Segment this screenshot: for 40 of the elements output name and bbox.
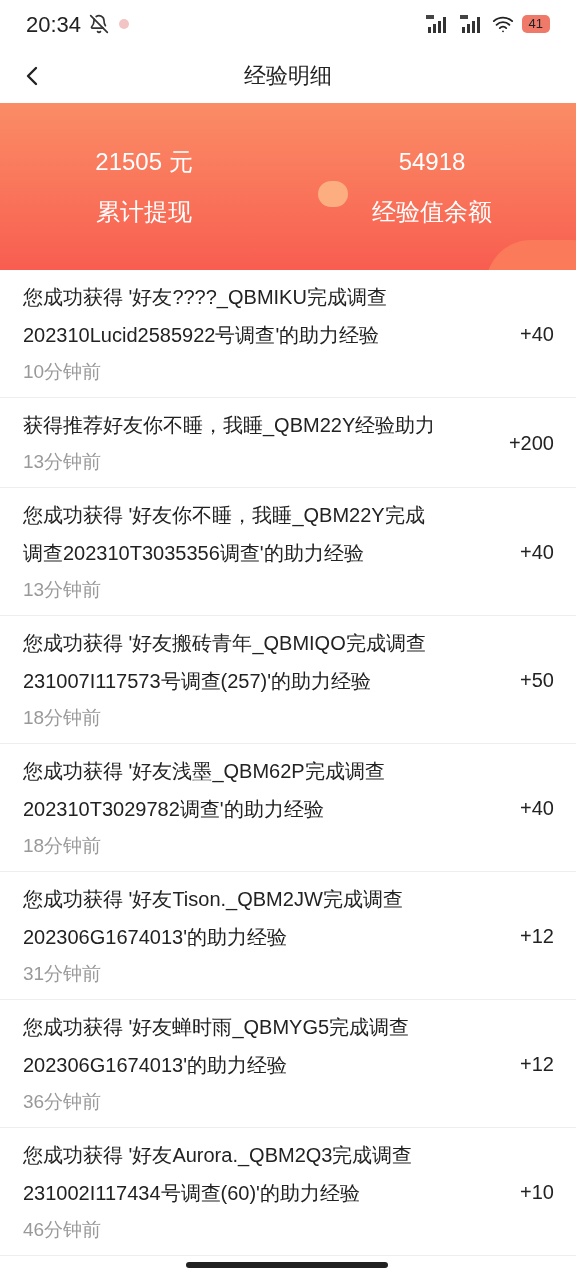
record-description: 获得推荐好友你不睡，我睡_QBM22Y经验助力 xyxy=(23,413,437,439)
record-time: 13分钟前 xyxy=(23,578,103,602)
record-amount: +200 xyxy=(508,431,554,456)
record-amount: +40 xyxy=(520,540,554,565)
record-description: 202306G1674013'的助力经验 xyxy=(23,925,288,950)
status-time: 20:34 xyxy=(26,10,82,39)
summary-value: 21505 元 xyxy=(95,146,193,177)
summary-label: 累计提现 xyxy=(96,196,192,227)
record-description: 您成功获得 '好友搬砖青年_QBMIQO完成调查 xyxy=(23,631,427,657)
record-time: 13分钟前 xyxy=(23,450,103,474)
record-amount: +50 xyxy=(520,668,554,693)
record-amount: +40 xyxy=(520,322,554,347)
record-time: 36分钟前 xyxy=(23,1090,103,1114)
page-title: 经验明细 xyxy=(244,62,332,90)
record-amount: +12 xyxy=(520,924,554,949)
record-time: 46分钟前 xyxy=(23,1218,103,1242)
record-amount: +40 xyxy=(520,796,554,821)
record-time: 31分钟前 xyxy=(23,962,103,986)
record-time: 10分钟前 xyxy=(23,360,103,384)
record-time: 18分钟前 xyxy=(23,834,103,858)
record-description: 您成功获得 '好友浅墨_QBM62P完成调查 xyxy=(23,759,386,785)
record-description: 您成功获得 '好友Tison._QBM2JW完成调查 xyxy=(23,887,404,913)
record-description: 202310T3029782调查'的助力经验 xyxy=(23,797,325,822)
summary-label: 经验值余额 xyxy=(372,196,492,227)
summary-value: 54918 xyxy=(398,146,466,177)
bell-off-icon xyxy=(89,14,110,34)
record-description: 231007I117573号调查(257)'的助力经验 xyxy=(23,669,373,694)
record-description: 您成功获得 '好友????_QBMIKU完成调查 xyxy=(23,285,388,311)
record-description: 您成功获得 '好友你不睡，我睡_QBM22Y完成 xyxy=(23,503,426,529)
notification-icon xyxy=(117,17,132,31)
record-description: 202306G1674013'的助力经验 xyxy=(23,1053,288,1078)
record-time: 18分钟前 xyxy=(23,706,103,730)
record-amount: +12 xyxy=(520,1052,554,1077)
record-description: 您成功获得 '好友蝉时雨_QBMYG5完成调查 xyxy=(23,1015,411,1041)
record-description: 231002I117434号调查(60)'的助力经验 xyxy=(23,1181,361,1206)
record-description: 202310Lucid2585922号调查'的助力经验 xyxy=(23,323,381,348)
battery-indicator: 41 xyxy=(521,15,550,33)
record-description: 调查202310T3035356调查'的助力经验 xyxy=(23,541,365,566)
record-amount: +10 xyxy=(520,1180,554,1205)
record-description: 您成功获得 '好友Aurora._QBM2Q3完成调查 xyxy=(23,1143,414,1169)
